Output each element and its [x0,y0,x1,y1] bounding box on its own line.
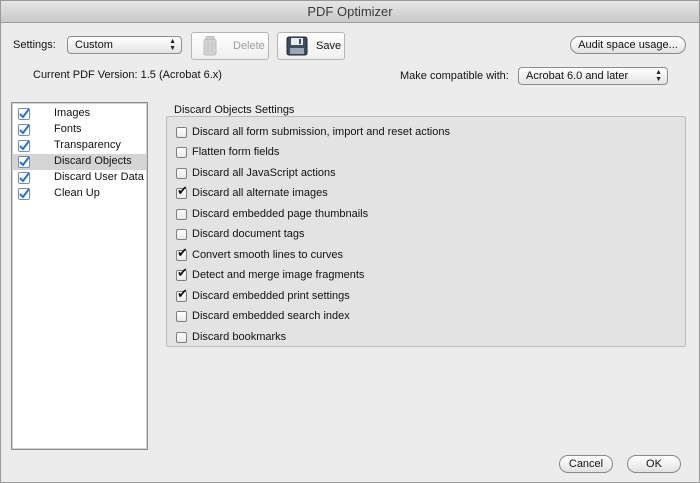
discard-objects-settings-title: Discard Objects Settings [174,104,295,116]
settings-popup[interactable]: Custom ▲ ▼ [67,36,182,54]
option-label: Discard embedded search index [192,310,350,322]
option-label: Discard all JavaScript actions [192,167,336,179]
delete-label: Delete [233,40,265,52]
cancel-button[interactable]: Cancel [559,455,613,473]
checkmark-icon: ✔ [177,265,188,281]
window-title: PDF Optimizer [1,1,699,23]
option-label: Convert smooth lines to curves [192,249,344,261]
option-label: Detect and merge image fragments [192,269,365,281]
option-label: Discard embedded page thumbnails [192,208,369,220]
checkmark-icon[interactable] [18,172,30,184]
checkbox[interactable]: ✔ [176,286,188,302]
checkbox[interactable] [176,310,187,322]
pdf-optimizer-window: PDF Optimizer Settings: Custom ▲ ▼ Delete [0,0,700,483]
option-discard-document-tags[interactable]: Discard document tags [176,226,305,242]
category-list: Images Fonts Transparency Discard Object… [11,102,148,450]
sidebar-item-label: Fonts [54,123,82,135]
option-discard-bookmarks[interactable]: Discard bookmarks [176,329,286,345]
checkbox[interactable] [176,167,187,179]
discard-objects-settings-group: Discard all form submission, import and … [166,116,686,347]
checkmark-icon[interactable] [18,188,30,200]
option-discard-javascript[interactable]: Discard all JavaScript actions [176,165,336,181]
option-convert-smooth-lines[interactable]: ✔ Convert smooth lines to curves [176,247,343,263]
checkmark-icon[interactable] [18,108,30,120]
option-label: Discard document tags [192,228,305,240]
sidebar-item-transparency[interactable]: Transparency [13,138,146,154]
settings-value: Custom [75,39,113,51]
compat-label: Make compatible with: [400,70,509,82]
checkmark-icon: ✔ [177,183,188,199]
up-down-arrows-icon: ▲ ▼ [169,38,176,52]
floppy-disk-icon [286,36,308,56]
sidebar-item-discard-user-data[interactable]: Discard User Data [13,170,146,186]
checkmark-icon[interactable] [18,156,30,168]
checkbox[interactable]: ✔ [176,245,188,261]
checkmark-icon: ✔ [177,245,188,261]
settings-label: Settings: [13,39,56,51]
sidebar-item-label: Discard User Data [54,171,144,183]
option-label: Discard bookmarks [192,331,287,343]
compat-value: Acrobat 6.0 and later [526,70,629,82]
checkmark-icon[interactable] [18,124,30,136]
up-down-arrows-icon: ▲ ▼ [655,69,662,83]
sidebar-item-images[interactable]: Images [13,106,146,122]
sidebar-item-label: Images [54,107,91,119]
checkmark-icon: ✔ [177,286,188,302]
option-merge-image-fragments[interactable]: ✔ Detect and merge image fragments [176,267,364,283]
option-label: Discard all alternate images [192,187,328,199]
sidebar-item-label: Clean Up [54,187,100,199]
checkbox[interactable] [176,208,187,220]
checkbox[interactable]: ✔ [176,265,188,281]
checkbox[interactable]: ✔ [176,183,188,199]
sidebar-item-fonts[interactable]: Fonts [13,122,146,138]
save-label: Save [316,40,342,52]
sidebar-item-clean-up[interactable]: Clean Up [13,186,146,202]
sidebar-item-label: Transparency [54,139,121,151]
audit-space-usage-button[interactable]: Audit space usage... [570,36,686,54]
delete-button[interactable]: Delete [191,32,269,60]
save-button[interactable]: Save [277,32,345,60]
option-flatten-form-fields[interactable]: Flatten form fields [176,144,279,160]
option-discard-form-actions[interactable]: Discard all form submission, import and … [176,124,450,140]
option-discard-print-settings[interactable]: ✔ Discard embedded print settings [176,288,350,304]
option-label: Flatten form fields [192,146,280,158]
checkbox[interactable] [176,146,187,158]
sidebar-item-discard-objects[interactable]: Discard Objects [13,154,146,170]
ok-button[interactable]: OK [627,455,681,473]
option-label: Discard embedded print settings [192,290,350,302]
option-discard-alternate-images[interactable]: ✔ Discard all alternate images [176,185,328,201]
option-discard-search-index[interactable]: Discard embedded search index [176,308,350,324]
checkbox[interactable] [176,331,187,343]
checkbox[interactable] [176,228,187,240]
checkmark-icon[interactable] [18,140,30,152]
option-discard-thumbnails[interactable]: Discard embedded page thumbnails [176,206,368,222]
trash-icon [203,36,219,56]
checkbox[interactable] [176,126,187,138]
current-pdf-version: Current PDF Version: 1.5 (Acrobat 6.x) [33,69,222,81]
option-label: Discard all form submission, import and … [192,126,450,138]
compat-popup[interactable]: Acrobat 6.0 and later ▲ ▼ [518,67,668,85]
sidebar-item-label: Discard Objects [54,155,132,167]
